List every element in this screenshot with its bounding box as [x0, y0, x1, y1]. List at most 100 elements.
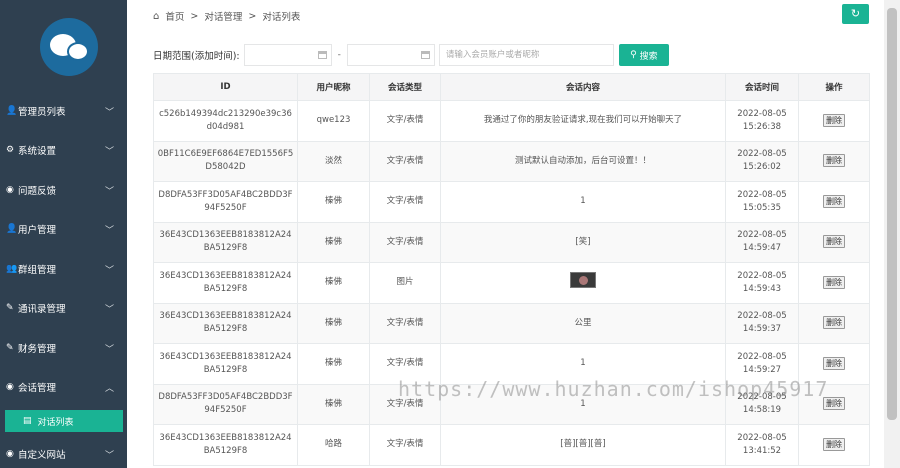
- refresh-button[interactable]: ↻: [842, 4, 869, 24]
- cell-type: 文字/表情: [369, 181, 441, 223]
- sidebar-item-3[interactable]: 👤 用户管理 ﹀: [0, 210, 127, 248]
- cell-time: 2022-08-05 15:26:38: [725, 100, 799, 142]
- delete-button[interactable]: 删除: [823, 154, 845, 168]
- cell-id: 36E43CD1363EEB8183812A24BA5129F8: [153, 262, 298, 304]
- table-row: 36E43CD1363EEB8183812A24BA5129F8 榛佛 文字/表情[…: [153, 221, 870, 263]
- cell-id: D8DFA53FF3D05AF4BC2BDD3F94F5250F: [153, 383, 298, 425]
- cell-nickname: 榛佛: [297, 262, 370, 304]
- breadcrumb-sep: >: [248, 10, 257, 22]
- delete-button[interactable]: 删除: [823, 316, 845, 330]
- cell-nickname: 榛佛: [297, 383, 370, 425]
- breadcrumb: ⌂ 首页 > 对话管理 > 对话列表: [153, 8, 300, 24]
- cell-content: 测试默认自动添加，后台可设置！！: [440, 140, 726, 182]
- watermark: https://www.huzhan.com/ishop45917: [398, 377, 829, 401]
- sidebar-item-0[interactable]: 👤 管理员列表 ﹀: [0, 92, 127, 130]
- cell-type: 文字/表情: [369, 424, 441, 466]
- table-row: 0BF11C6E9EF6864E7ED1556F5D58042D 淡然 文字/表情测…: [153, 140, 870, 182]
- cell-time: 2022-08-05 14:59:37: [725, 302, 799, 344]
- chevron-down-icon: ﹀: [105, 186, 115, 197]
- cell-content: 公里: [440, 302, 726, 344]
- search-button-label: 搜索: [639, 51, 658, 62]
- chevron-down-icon: ﹀: [105, 450, 115, 461]
- cell-type: 图片: [369, 262, 441, 304]
- cell-time: 2022-08-05 15:26:02: [725, 140, 799, 182]
- app-logo: [40, 18, 98, 76]
- cell-id: c526b149394dc213290e39c36d04d981: [153, 100, 298, 142]
- table-row: c526b149394dc213290e39c36d04d981 qwe123 文字…: [153, 100, 870, 142]
- delete-button[interactable]: 删除: [823, 113, 845, 127]
- sidebar-item-7[interactable]: ◉ 会话管理 ︿: [0, 368, 127, 406]
- chevron-down-icon: ﹀: [105, 265, 115, 276]
- cell-id: 36E43CD1363EEB8183812A24BA5129F8: [153, 221, 298, 263]
- start-date-input[interactable]: [243, 44, 332, 66]
- sidebar-item-label: 自定义网站: [18, 450, 66, 461]
- sidebar-item-5[interactable]: ✎ 通讯录管理 ﹀: [0, 289, 127, 327]
- table-row: 36E43CD1363EEB8183812A24BA5129F8 榛佛 图片 2022…: [153, 262, 870, 304]
- breadcrumb-home[interactable]: 首页: [165, 9, 184, 23]
- breadcrumb-level2: 对话列表: [262, 12, 301, 23]
- edit-icon: ✎: [6, 343, 14, 353]
- sidebar-item-1[interactable]: ⚙ 系统设置 ﹀: [0, 131, 127, 169]
- search-icon: ⚲: [630, 50, 637, 60]
- cell-action: 删除: [798, 302, 870, 344]
- cell-nickname: 榛佛: [297, 302, 370, 344]
- table-header-row: ID 用户昵称 会话类型 会话内容 会话时间 操作: [153, 73, 870, 101]
- sidebar-item-6[interactable]: ✎ 财务管理 ﹀: [0, 329, 127, 367]
- search-input[interactable]: [438, 44, 614, 66]
- cell-nickname: qwe123: [297, 100, 370, 142]
- header-action: 操作: [798, 73, 870, 101]
- cell-id: 36E43CD1363EEB8183812A24BA5129F8: [153, 343, 298, 385]
- list-icon: ▤: [23, 416, 32, 426]
- end-date-input[interactable]: [346, 44, 435, 66]
- delete-button[interactable]: 删除: [823, 437, 845, 451]
- globe-icon: ◉: [6, 449, 14, 459]
- cell-type: 文字/表情: [369, 221, 441, 263]
- delete-button[interactable]: 删除: [823, 275, 845, 289]
- chevron-up-icon: ︿: [105, 383, 115, 394]
- delete-button[interactable]: 删除: [823, 235, 845, 249]
- page-scrollbar[interactable]: [884, 0, 900, 468]
- chevron-down-icon: ﹀: [105, 225, 115, 236]
- cell-id: 0BF11C6E9EF6864E7ED1556F5D58042D: [153, 140, 298, 182]
- cell-id: D8DFA53FF3D05AF4BC2BDD3F94F5250F: [153, 181, 298, 223]
- sidebar-item-label: 群组管理: [18, 265, 57, 276]
- sidebar-item-label: 会话管理: [18, 383, 57, 394]
- header-nickname: 用户昵称: [297, 73, 370, 101]
- cell-action: 删除: [798, 221, 870, 263]
- filter-bar: 日期范围(添加时间): - ⚲搜索: [153, 44, 669, 66]
- cell-time: 2022-08-05 14:59:43: [725, 262, 799, 304]
- cell-content: [笑]: [440, 221, 726, 263]
- table-row: D8DFA53FF3D05AF4BC2BDD3F94F5250F 榛佛 文字/表情 1…: [153, 181, 870, 223]
- chevron-down-icon: ﹀: [105, 344, 115, 355]
- search-button[interactable]: ⚲ 搜索: [618, 44, 669, 66]
- delete-button[interactable]: 删除: [823, 194, 845, 208]
- sidebar-item-8[interactable]: ◉ 自定义网站 ﹀: [0, 435, 127, 468]
- cell-content: 1: [440, 181, 726, 223]
- gear-icon: ⚙: [6, 145, 15, 155]
- sidebar-item-2[interactable]: ◉ 问题反馈 ﹀: [0, 171, 127, 209]
- cell-action: 删除: [798, 100, 870, 142]
- header-content: 会话内容: [440, 73, 726, 101]
- breadcrumb-level1[interactable]: 对话管理: [204, 9, 242, 23]
- sidebar-item-4[interactable]: 👥 群组管理 ﹀: [0, 250, 127, 288]
- question-icon: ◉: [6, 185, 14, 195]
- group-icon: 👥: [6, 264, 18, 274]
- header-time: 会话时间: [725, 73, 799, 101]
- image-thumbnail[interactable]: [570, 272, 596, 289]
- sidebar-subitem-chat-list[interactable]: ▤ 对话列表: [5, 410, 123, 432]
- cell-type: 文字/表情: [369, 100, 441, 142]
- cell-nickname: 榛佛: [297, 221, 370, 263]
- sidebar-item-label: 管理员列表: [18, 107, 66, 118]
- home-icon[interactable]: ⌂: [153, 11, 159, 22]
- chat-icon: ◉: [6, 382, 14, 392]
- scroll-thumb[interactable]: [887, 8, 897, 420]
- sidebar-item-label: 用户管理: [18, 225, 57, 236]
- breadcrumb-sep: >: [190, 10, 199, 22]
- cell-time: 2022-08-05 13:41:52: [725, 424, 799, 466]
- refresh-icon: ↻: [850, 7, 861, 20]
- cell-time: 2022-08-05 14:59:47: [725, 221, 799, 263]
- delete-button[interactable]: 删除: [823, 356, 845, 370]
- cell-id: 36E43CD1363EEB8183812A24BA5129F8: [153, 302, 298, 344]
- sidebar-item-label: 系统设置: [18, 146, 57, 157]
- cell-nickname: 淡然: [297, 140, 370, 182]
